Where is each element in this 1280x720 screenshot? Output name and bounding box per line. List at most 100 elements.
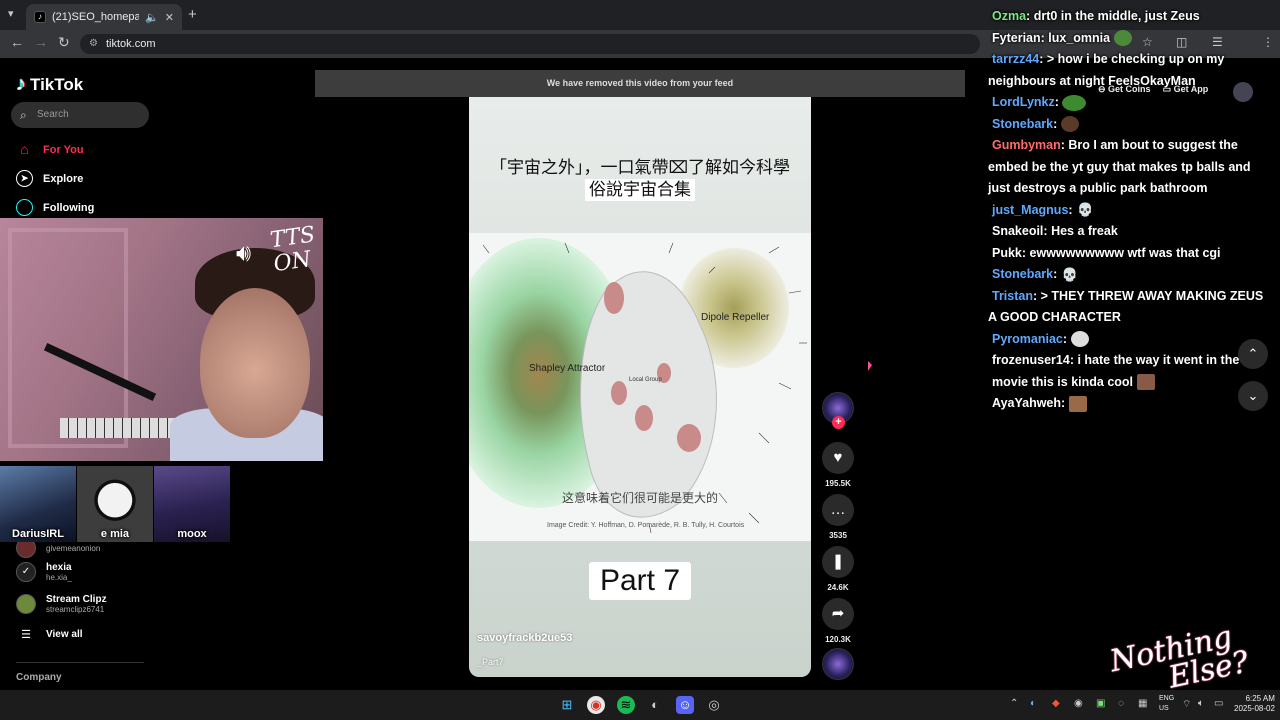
account-handle: he.xia_ bbox=[46, 573, 72, 582]
chat-user: Snakeoil bbox=[992, 224, 1044, 238]
account-handle: streamclipz6741 bbox=[46, 605, 105, 614]
chat-user: frozenuser14 bbox=[992, 353, 1070, 367]
volume-icon[interactable]: 🔈︎ bbox=[1198, 698, 1204, 709]
account-name: Stream Clipz bbox=[46, 594, 107, 605]
part-label: Part 7 bbox=[589, 562, 691, 600]
taskbar-clock[interactable]: 6:25 AM 2025-08-02 bbox=[1234, 694, 1275, 714]
nav-explore-label: Explore bbox=[43, 172, 84, 185]
tray-app-icon[interactable]: ◌ bbox=[1118, 698, 1124, 709]
browser-tab[interactable]: ♪ (21)SEO_homepage_title 🔈 ✕ bbox=[26, 4, 182, 30]
tts-text: TTS ON bbox=[268, 222, 317, 278]
webcam-face bbox=[200, 288, 310, 438]
back-icon[interactable]: ← bbox=[10, 34, 24, 50]
chat-line: LordLynkz: bbox=[988, 92, 1268, 114]
view-all-link[interactable]: ☰ View all bbox=[16, 628, 82, 641]
account-avatar bbox=[16, 594, 36, 614]
chat-line: Stonebark: 💀 bbox=[992, 266, 1078, 282]
obs-icon[interactable]: ◎ bbox=[705, 696, 723, 714]
search-icon: ⌕ bbox=[20, 108, 27, 122]
share-button[interactable]: ➦ 120.3K bbox=[822, 598, 854, 644]
share-count: 120.3K bbox=[825, 635, 851, 644]
input-language[interactable]: ENG US bbox=[1159, 694, 1174, 714]
account-row-streamclipz[interactable]: Stream Clipz streamclipz6741 bbox=[16, 594, 107, 614]
url-text: tiktok.com bbox=[106, 38, 156, 50]
new-tab-button[interactable]: + bbox=[188, 6, 197, 23]
skull-icon: 💀 bbox=[1076, 202, 1094, 218]
nav-following[interactable]: Following bbox=[16, 199, 94, 216]
chat-user: AyaYahweh bbox=[992, 396, 1062, 410]
network-icon[interactable]: ⌔ bbox=[1182, 698, 1191, 711]
cluster-blob bbox=[677, 424, 701, 452]
chat-user: Gumbyman bbox=[992, 138, 1061, 152]
chat-line: Snakeoil: Hes a freak bbox=[992, 224, 1118, 238]
tray-expand-icon[interactable]: ⌃ bbox=[1010, 698, 1018, 709]
comment-icon: … bbox=[822, 494, 854, 526]
brave-tray-icon[interactable]: ◆ bbox=[1052, 698, 1060, 709]
follow-plus-icon[interactable]: + bbox=[832, 416, 845, 429]
nav-explore[interactable]: ➤ Explore bbox=[16, 170, 83, 187]
chrome-icon[interactable]: ◉ bbox=[587, 696, 605, 714]
tray-app-icon[interactable]: ◉ bbox=[1074, 698, 1083, 709]
steam-icon[interactable]: ◐ bbox=[646, 696, 664, 714]
tiktok-logo[interactable]: ♪ TikTok bbox=[16, 73, 83, 96]
like-button[interactable]: ♥ 195.5K bbox=[822, 442, 854, 488]
windows-start-icon[interactable]: ⊞ bbox=[558, 696, 576, 714]
webcam-door bbox=[8, 228, 128, 448]
lang-bottom: US bbox=[1159, 705, 1169, 712]
chat-line: tarrzz44: > how i be checking up on my n… bbox=[988, 52, 1225, 88]
company-link[interactable]: Company bbox=[16, 672, 62, 683]
spotify-icon[interactable]: ≋ bbox=[617, 696, 635, 714]
nav-for-you-label: For You bbox=[43, 143, 84, 156]
emote-icon bbox=[1060, 116, 1079, 133]
chat-line: just_Magnus: 💀 bbox=[992, 202, 1094, 218]
video-title-line2: 俗說宇宙合集 bbox=[585, 179, 695, 201]
url-input[interactable]: ⚙ tiktok.com bbox=[80, 34, 980, 54]
logo-text: TikTok bbox=[30, 74, 84, 94]
local-group-label: Local Group bbox=[629, 377, 662, 383]
steam-tray-icon[interactable]: ◐ bbox=[1030, 698, 1036, 709]
streamer-tile-darius: DariusIRL bbox=[0, 466, 76, 542]
account-name: hexia bbox=[46, 562, 72, 573]
emote-icon bbox=[1068, 395, 1087, 412]
tray-app-icon[interactable]: ▣ bbox=[1096, 698, 1105, 709]
scroll-down-button[interactable]: ⌄ bbox=[1238, 381, 1268, 411]
chat-line: AyaYahweh: bbox=[988, 393, 1268, 415]
streamer-tile-emia: e mia bbox=[77, 466, 153, 542]
chat-text: ewwwwwwwww wtf was that cgi bbox=[1029, 245, 1221, 260]
site-info-icon[interactable]: ⚙ bbox=[89, 34, 98, 54]
account-avatar: ✓ bbox=[16, 562, 36, 582]
tab-search-icon[interactable]: ▾ bbox=[8, 7, 14, 20]
tab-audio-icon[interactable]: 🔈 bbox=[145, 11, 159, 24]
music-disc-icon[interactable] bbox=[822, 648, 854, 680]
chat-user: Fyterian bbox=[992, 30, 1041, 45]
chat-text: Hes a freak bbox=[1051, 224, 1118, 238]
video-player[interactable]: 「宇宙之外」，一口氣帶⌧了解如今科學 俗說宇宙合集 Shapley Attrac… bbox=[469, 97, 811, 677]
following-icon bbox=[16, 199, 33, 216]
nav-for-you[interactable]: ⌂ For You bbox=[16, 141, 84, 158]
account-row-hexia[interactable]: ✓ hexia he.xia_ bbox=[16, 562, 72, 582]
forward-icon[interactable]: → bbox=[34, 34, 48, 50]
discord-icon[interactable]: ☺ bbox=[676, 696, 694, 714]
windows-taskbar: ⊞ ◉ ≋ ◐ ☺ ◎ ⌃ ◐ ◆ ◉ ▣ ◌ ▦ ENG US ⌔ 🔈︎ ▭ … bbox=[0, 690, 1280, 720]
battery-icon[interactable]: ▭ bbox=[1214, 698, 1223, 709]
tab-title: (21)SEO_homepage_title bbox=[52, 11, 140, 23]
removed-video-banner: We have removed this video from your fee… bbox=[315, 70, 965, 97]
save-button[interactable]: ❚ 24.6K bbox=[822, 546, 854, 592]
reload-icon[interactable]: ↻ bbox=[58, 34, 70, 51]
tab-close-icon[interactable]: ✕ bbox=[165, 11, 174, 24]
tray-app-icon[interactable]: ▦ bbox=[1138, 698, 1147, 709]
video-description: _Part7 bbox=[477, 657, 504, 667]
chat-user: just_Magnus bbox=[992, 202, 1069, 217]
chat-line: frozenuser14: i hate the way it went in … bbox=[992, 353, 1240, 391]
speaker-icon: 🔊︎ bbox=[236, 240, 252, 267]
chat-user: Stonebark bbox=[992, 116, 1054, 131]
chat-text: lux_omnia bbox=[1048, 30, 1111, 45]
comment-button[interactable]: … 3535 bbox=[822, 494, 854, 540]
emote-icon bbox=[1136, 374, 1155, 391]
share-icon: ➦ bbox=[822, 598, 854, 630]
video-author[interactable]: savoyfrackb2ue53 bbox=[477, 632, 572, 644]
search-input[interactable]: ⌕ Search bbox=[11, 102, 149, 128]
scroll-up-button[interactable]: ⌃ bbox=[1238, 339, 1268, 369]
chat-line: Ozma: drt0 in the middle, just Zeus bbox=[992, 9, 1200, 23]
chat-line: Stonebark: bbox=[988, 114, 1268, 136]
